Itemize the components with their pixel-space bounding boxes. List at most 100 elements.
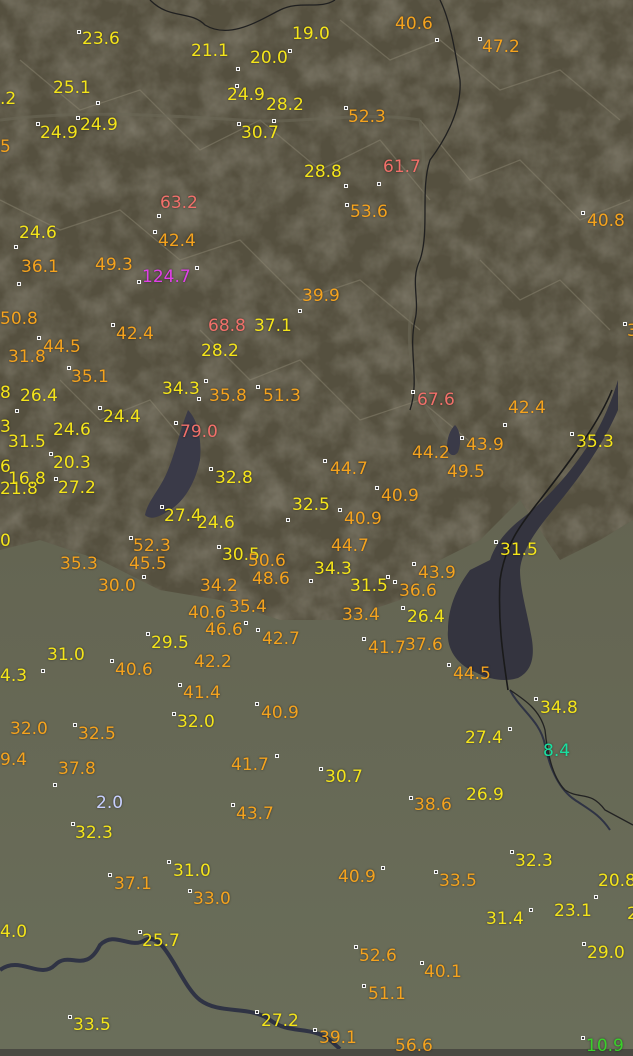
rainfall-value-label: 24.9 bbox=[80, 115, 118, 135]
station-marker[interactable] bbox=[108, 873, 112, 877]
rainfall-value-label: 38.6 bbox=[414, 795, 452, 815]
station-marker[interactable] bbox=[581, 211, 585, 215]
station-marker[interactable] bbox=[73, 723, 77, 727]
station-marker[interactable] bbox=[319, 767, 323, 771]
rainfall-value-label: 25.7 bbox=[142, 931, 180, 951]
rainfall-value-label: 44.5 bbox=[453, 664, 491, 684]
station-marker[interactable] bbox=[111, 323, 115, 327]
rainfall-value-label: 32.3 bbox=[75, 823, 113, 843]
rainfall-value-label: 23.6 bbox=[82, 29, 120, 49]
station-marker[interactable] bbox=[508, 727, 512, 731]
station-marker[interactable] bbox=[217, 545, 221, 549]
station-marker[interactable] bbox=[174, 421, 178, 425]
station-marker[interactable] bbox=[157, 214, 161, 218]
station-marker[interactable] bbox=[41, 669, 45, 673]
station-marker[interactable] bbox=[434, 870, 438, 874]
rainfall-value-label: 40.9 bbox=[261, 703, 299, 723]
station-marker[interactable] bbox=[178, 683, 182, 687]
rainfall-value-label: 52.3 bbox=[133, 536, 171, 556]
station-marker[interactable] bbox=[503, 423, 507, 427]
rainfall-value-label: 42.4 bbox=[116, 324, 154, 344]
rainfall-value-label: 10.9 bbox=[586, 1036, 624, 1056]
station-marker[interactable] bbox=[494, 540, 498, 544]
rainfall-value-label: 33.5 bbox=[439, 871, 477, 891]
station-marker[interactable] bbox=[14, 245, 18, 249]
station-marker[interactable] bbox=[153, 230, 157, 234]
station-marker[interactable] bbox=[255, 1010, 259, 1014]
station-marker[interactable] bbox=[275, 754, 279, 758]
station-marker[interactable] bbox=[146, 632, 150, 636]
station-marker[interactable] bbox=[581, 1036, 585, 1040]
rainfall-value-label: 30.7 bbox=[241, 123, 279, 143]
station-marker[interactable] bbox=[68, 1015, 72, 1019]
terrain-basemap bbox=[0, 0, 633, 1049]
station-marker[interactable] bbox=[401, 606, 405, 610]
station-marker[interactable] bbox=[298, 309, 302, 313]
rainfall-value-label: 31.0 bbox=[47, 645, 85, 665]
station-marker[interactable] bbox=[412, 562, 416, 566]
station-marker[interactable] bbox=[534, 697, 538, 701]
station-marker[interactable] bbox=[435, 38, 439, 42]
station-marker[interactable] bbox=[110, 659, 114, 663]
rainfall-value-label: 8 bbox=[0, 383, 11, 403]
station-marker[interactable] bbox=[377, 182, 381, 186]
rainfall-value-label: 44.7 bbox=[330, 459, 368, 479]
station-marker[interactable] bbox=[288, 49, 292, 53]
station-marker[interactable] bbox=[15, 409, 19, 413]
station-marker[interactable] bbox=[362, 984, 366, 988]
station-marker[interactable] bbox=[286, 518, 290, 522]
rainfall-value-label: 31.4 bbox=[486, 909, 524, 929]
rainfall-value-label: 40.9 bbox=[338, 867, 376, 887]
station-marker[interactable] bbox=[77, 30, 81, 34]
station-marker[interactable] bbox=[309, 579, 313, 583]
station-marker[interactable] bbox=[447, 663, 451, 667]
station-marker[interactable] bbox=[510, 850, 514, 854]
station-marker[interactable] bbox=[98, 406, 102, 410]
station-marker[interactable] bbox=[460, 436, 464, 440]
station-marker[interactable] bbox=[344, 184, 348, 188]
station-marker[interactable] bbox=[142, 575, 146, 579]
rainfall-value-label: 39.9 bbox=[302, 286, 340, 306]
station-marker[interactable] bbox=[209, 467, 213, 471]
station-marker[interactable] bbox=[313, 1028, 317, 1032]
rainfall-value-label: 24.6 bbox=[19, 223, 57, 243]
station-marker[interactable] bbox=[409, 796, 413, 800]
station-marker[interactable] bbox=[137, 280, 141, 284]
station-marker[interactable] bbox=[362, 637, 366, 641]
rainfall-value-label: 44.2 bbox=[412, 443, 450, 463]
rainfall-value-label: 0 bbox=[0, 531, 11, 551]
station-marker[interactable] bbox=[167, 860, 171, 864]
station-marker[interactable] bbox=[345, 203, 349, 207]
rainfall-value-label: 43.7 bbox=[236, 804, 274, 824]
rainfall-value-label: 42.4 bbox=[158, 231, 196, 251]
station-marker[interactable] bbox=[381, 866, 385, 870]
station-marker[interactable] bbox=[529, 908, 533, 912]
station-marker[interactable] bbox=[338, 508, 342, 512]
station-marker[interactable] bbox=[37, 336, 41, 340]
station-marker[interactable] bbox=[17, 282, 21, 286]
station-marker[interactable] bbox=[354, 945, 358, 949]
station-marker[interactable] bbox=[256, 628, 260, 632]
station-marker[interactable] bbox=[195, 266, 199, 270]
station-marker[interactable] bbox=[594, 895, 598, 899]
station-marker[interactable] bbox=[96, 101, 100, 105]
rainfall-value-label: .2 bbox=[0, 89, 17, 109]
rainfall-value-label: 68.8 bbox=[208, 316, 246, 336]
station-marker[interactable] bbox=[236, 67, 240, 71]
station-marker[interactable] bbox=[570, 432, 574, 436]
station-marker[interactable] bbox=[256, 385, 260, 389]
rainfall-value-label: 40.9 bbox=[381, 486, 419, 506]
station-marker[interactable] bbox=[244, 621, 248, 625]
station-marker[interactable] bbox=[53, 783, 57, 787]
station-marker[interactable] bbox=[204, 379, 208, 383]
station-marker[interactable] bbox=[188, 889, 192, 893]
rainfall-value-label: 63.2 bbox=[160, 193, 198, 213]
station-marker[interactable] bbox=[375, 486, 379, 490]
station-marker[interactable] bbox=[582, 942, 586, 946]
station-marker[interactable] bbox=[411, 390, 415, 394]
station-marker[interactable] bbox=[172, 712, 176, 716]
station-marker[interactable] bbox=[255, 702, 259, 706]
station-marker[interactable] bbox=[393, 580, 397, 584]
station-marker[interactable] bbox=[323, 459, 327, 463]
station-marker[interactable] bbox=[231, 803, 235, 807]
